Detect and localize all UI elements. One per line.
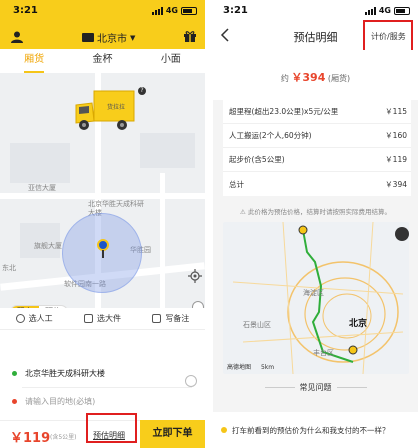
- map-place-label: 东北: [2, 264, 16, 272]
- fee-row-total: 总计 ￥394: [223, 172, 411, 196]
- signal-icon: [151, 6, 163, 15]
- option-labor[interactable]: 选人工: [0, 313, 68, 324]
- total-estimate: 约 ￥394 (厢货): [213, 50, 418, 100]
- map-block: [140, 133, 195, 168]
- map-place-label: 旗舰大厦: [34, 242, 62, 250]
- svg-text:货拉拉: 货拉拉: [107, 103, 125, 111]
- total-prefix: 约: [280, 74, 289, 83]
- total-amount: ￥394: [291, 71, 326, 84]
- map-attribution: 高德地图 5km: [227, 364, 275, 371]
- fee-label: 起步价(含5公里): [229, 155, 285, 164]
- fee-row: 起步价(含5公里) ￥119: [223, 148, 411, 172]
- truck-help-icon[interactable]: ?: [138, 87, 146, 95]
- fee-value: ￥119: [385, 155, 407, 164]
- truck-icon: [82, 33, 94, 42]
- vehicle-tabs: 厢货 金杯 小面: [0, 49, 205, 73]
- user-icon[interactable]: [10, 30, 24, 44]
- signal-icon: [364, 6, 376, 15]
- estimated-price: ￥119: [10, 431, 51, 446]
- divider: [22, 387, 192, 388]
- right-screen: 3:21 4G 预估明细 计价/服务 约 ￥394 (厢货) 超里程(超出23.…: [213, 0, 418, 448]
- compass-icon[interactable]: [395, 227, 409, 241]
- map-road: [160, 173, 165, 308]
- gift-icon[interactable]: [183, 29, 197, 43]
- route-map[interactable]: 海淀区 石景山区 北京 丰台区 高德地图 5km: [223, 222, 409, 374]
- map-district-label: 丰台区: [313, 349, 334, 357]
- status-time: 3:21: [13, 5, 38, 16]
- faq-item[interactable]: 打车前看到的预估价为什么和我支付的不一样？: [213, 412, 418, 448]
- status-bar: 3:21 4G: [0, 0, 205, 20]
- fee-value: ￥394: [385, 179, 407, 189]
- total-suffix: (厢货): [327, 74, 351, 83]
- option-labor-label: 选人工: [28, 314, 53, 323]
- warning-icon: ⚠: [240, 208, 246, 216]
- map-district-label: 海淀区: [303, 289, 324, 297]
- map-city-label: 北京: [349, 319, 368, 329]
- faq-title: 常见问题: [299, 383, 332, 392]
- left-screen: 3:21 4G 北京市 ▼ 厢货 金杯 小面 货拉拉 ? 亚信大厦 北京华胜天成…: [0, 0, 205, 448]
- status-time: 3:21: [223, 5, 248, 16]
- box-icon: [83, 314, 93, 323]
- locate-icon[interactable]: [188, 269, 202, 283]
- note-icon: [152, 314, 162, 323]
- battery-icon: [181, 6, 197, 15]
- highlight-box-estimate: [86, 413, 137, 443]
- destination-input[interactable]: 请输入目的地(必填): [0, 389, 205, 413]
- map-block: [10, 143, 70, 183]
- destination-dot-icon: [12, 398, 17, 404]
- map-road: [0, 193, 205, 199]
- option-large-item[interactable]: 选大件: [68, 313, 136, 324]
- battery-icon: [394, 6, 410, 15]
- fee-value: ￥115: [385, 107, 407, 116]
- option-large-item-label: 选大件: [96, 314, 121, 323]
- network-label: 4G: [165, 6, 178, 15]
- pickup-address[interactable]: 北京华胜天成科研大楼: [0, 361, 205, 385]
- pickup-map[interactable]: 货拉拉 ? 亚信大厦 北京华胜天成科研大楼 旗舰大厦 华胜园 软件园南一路 东北…: [0, 73, 205, 308]
- map-district-label: 石景山区: [243, 321, 271, 329]
- divider: [337, 387, 367, 388]
- destination-placeholder: 请输入目的地(必填): [25, 396, 96, 406]
- option-note[interactable]: 写备注: [137, 313, 205, 324]
- chevron-down-icon: ▼: [130, 33, 136, 42]
- city-label: 北京市: [97, 34, 127, 45]
- tab-jinbei[interactable]: 金杯: [68, 49, 136, 73]
- map-place-label: 亚信大厦: [28, 184, 56, 192]
- city-selector[interactable]: 北京市 ▼: [82, 30, 135, 45]
- fee-breakdown: 超里程(超出23.0公里)x5元/公里 ￥115 人工搬运(2个人,60分钟) …: [223, 100, 411, 196]
- place-order-button[interactable]: 立即下单: [140, 420, 205, 448]
- person-icon: [15, 314, 25, 323]
- tab-minivan[interactable]: 小面: [137, 49, 205, 73]
- eye-icon[interactable]: [192, 301, 204, 308]
- truck-illustration: 货拉拉: [75, 90, 135, 130]
- fee-row: 人工搬运(2个人,60分钟) ￥160: [223, 124, 411, 148]
- fee-value: ￥160: [385, 131, 407, 140]
- network-label: 4G: [378, 6, 391, 15]
- price-disclaimer-text: 此价格为预估价格，结算时请按照实际费用结算。: [247, 208, 391, 216]
- bullet-icon: [221, 427, 227, 433]
- fee-label: 人工搬运(2个人,60分钟): [229, 131, 312, 140]
- detail-header: 3:21 4G 预估明细 计价/服务: [213, 0, 418, 56]
- fee-label: 超里程(超出23.0公里)x5元/公里: [229, 107, 339, 116]
- service-options: 选人工 选大件 写备注: [0, 308, 205, 330]
- price-note: (含5公里): [50, 434, 77, 441]
- faq-item-text: 打车前看到的预估价为什么和我支付的不一样？: [232, 425, 390, 435]
- panel-gap: [205, 0, 213, 448]
- option-note-label: 写备注: [165, 314, 190, 323]
- price-disclaimer: ⚠ 此价格为预估价格，结算时请按照实际费用结算。: [213, 206, 418, 216]
- pickup-dot-icon: [12, 370, 17, 376]
- pickup-pin-stem: [102, 250, 104, 258]
- tab-box-truck[interactable]: 厢货: [0, 49, 68, 73]
- fee-row: 超里程(超出23.0公里)x5元/公里 ￥115: [223, 100, 411, 124]
- add-stop-icon[interactable]: [185, 375, 197, 387]
- fee-label: 总计: [229, 179, 244, 189]
- top-bar: 3:21 4G 北京市 ▼: [0, 0, 205, 49]
- pickup-address-text: 北京华胜天成科研大楼: [25, 368, 105, 378]
